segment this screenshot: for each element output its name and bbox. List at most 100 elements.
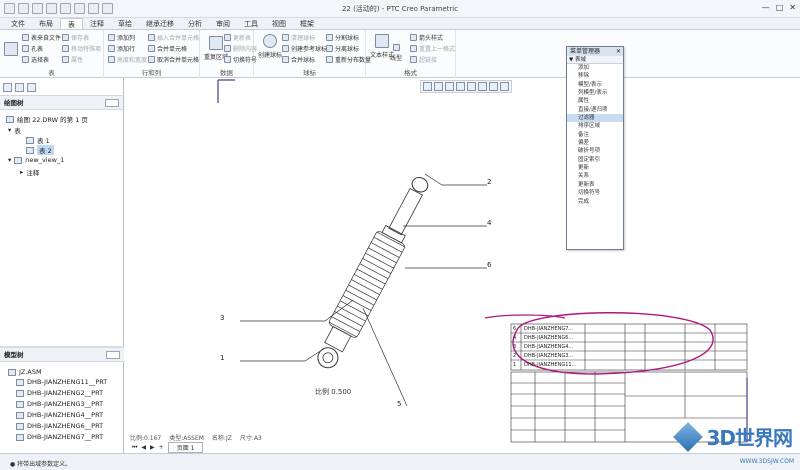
menu-item[interactable]: 完成 [567, 198, 623, 206]
merge-cells-button[interactable]: 合并单元格 [148, 44, 187, 53]
tree-item-table-1[interactable]: 表 1 [26, 135, 50, 145]
select-table-button[interactable]: 选择表 [22, 55, 49, 64]
graphics-area[interactable]: 比例 0.500 2 4 6 3 1 5 6 DHB-JIANZHENG7...… [125, 78, 800, 453]
delete-content-button[interactable]: 删除内容 [224, 44, 257, 53]
shock-absorber-view[interactable] [309, 171, 437, 374]
menu-item[interactable]: 属性 [567, 97, 623, 105]
collapse-icon[interactable]: ▸ [20, 168, 23, 176]
tree-tab-icon[interactable] [3, 83, 12, 92]
tree-item-sheet[interactable]: 绘图 22.DRW 的第 1 页 [6, 114, 88, 124]
menu-item[interactable]: 更新 [567, 164, 623, 172]
tree-item-tables[interactable]: ▾ 表 [8, 125, 21, 135]
tree-item-notes[interactable]: ▸ 注释 [20, 167, 39, 177]
balloon-number[interactable]: 2 [487, 178, 491, 186]
balloon-number[interactable]: 6 [487, 261, 491, 269]
balloon-number[interactable]: 5 [397, 400, 401, 408]
split-balloon-button[interactable]: 分割球标 [326, 33, 359, 42]
menu-item[interactable]: 排序区域 [567, 122, 623, 130]
balloon-number[interactable]: 3 [220, 314, 224, 322]
tab-view[interactable]: 视图 [265, 18, 293, 29]
tree-item-table-2[interactable]: 表 2 [26, 145, 54, 155]
menu-manager-section[interactable]: ▼ 表域 [567, 56, 623, 64]
create-ref-balloon-button[interactable]: 创建参考球标 [282, 44, 327, 53]
display-style-icon[interactable] [467, 82, 476, 91]
zoom-out-icon[interactable] [445, 82, 454, 91]
table-icon[interactable] [4, 42, 18, 56]
table-from-file-button[interactable]: 表来自文件 [22, 33, 61, 42]
model-item-part[interactable]: DHB-JIANZHENG7__PRT [16, 433, 103, 441]
tree-item-view[interactable]: ▾ new_view_1 [8, 156, 64, 164]
tab-analysis[interactable]: 分析 [181, 18, 209, 29]
line-style-button[interactable]: 线型 [390, 44, 402, 62]
tab-review[interactable]: 审阅 [209, 18, 237, 29]
toggle-symbol-button[interactable]: 切换符号 [224, 55, 257, 64]
hole-table-button[interactable]: 孔表 [22, 44, 43, 53]
tab-layout[interactable]: 布局 [32, 18, 60, 29]
hyperlink-button[interactable]: 超链接 [410, 55, 437, 64]
create-balloon-button[interactable]: 创建球标 [258, 34, 282, 59]
reset-format-button[interactable]: 重置上一格式 [410, 44, 455, 53]
save-table-button[interactable]: 保存表 [62, 33, 89, 42]
expand-icon[interactable]: ▾ [8, 156, 11, 164]
tab-tools[interactable]: 工具 [237, 18, 265, 29]
menu-item[interactable]: 固定索引 [567, 156, 623, 164]
model-item-part[interactable]: DHB-JIANZHENG11__PRT [16, 378, 107, 386]
tree-options-icon[interactable] [105, 99, 119, 107]
menu-item[interactable]: 更新表 [567, 181, 623, 189]
unmerge-cells-button[interactable]: 取消合并单元格 [148, 55, 199, 64]
add-row-button[interactable]: 添加行 [108, 44, 135, 53]
zoom-in-icon[interactable] [434, 82, 443, 91]
favorites-tab-icon[interactable] [27, 83, 36, 92]
model-item-part[interactable]: DHB-JIANZHENG2__PRT [16, 389, 103, 397]
close-icon[interactable]: ✕ [616, 47, 621, 56]
clean-balloon-button[interactable]: 清理球标 [282, 33, 315, 42]
tab-annotate[interactable]: 注释 [83, 18, 111, 29]
menu-item[interactable]: 过滤器 [567, 114, 623, 123]
menu-item[interactable]: 移除 [567, 72, 623, 80]
menu-item[interactable]: 模型/表示 [567, 81, 623, 89]
model-item-part[interactable]: DHB-JIANZHENG3__PRT [16, 400, 103, 408]
minimize-icon[interactable]: — [762, 3, 770, 12]
menu-item[interactable]: 列模型/表示 [567, 89, 623, 97]
merge-balloon-button[interactable]: 合并球标 [282, 55, 315, 64]
tab-legacy-migration[interactable]: 继承迁移 [139, 18, 181, 29]
redistribute-qty-button[interactable]: 重新分布数量 [326, 55, 371, 64]
tab-table[interactable]: 表 [60, 18, 83, 29]
menu-item[interactable]: 备注 [567, 131, 623, 139]
model-item-part[interactable]: DHB-JIANZHENG6__PRT [16, 422, 103, 430]
next-page-icon[interactable]: ▶ [150, 444, 155, 451]
tab-sketch[interactable]: 草绘 [111, 18, 139, 29]
height-width-button[interactable]: 高度和宽度 [108, 55, 147, 64]
update-table-button[interactable]: 更新表 [224, 33, 251, 42]
prev-page-icon[interactable]: ◀ [141, 444, 146, 451]
menu-item[interactable]: 切换符号 [567, 189, 623, 197]
model-item-part[interactable]: DHB-JIANZHENG4__PRT [16, 411, 103, 419]
datum-display-icon[interactable] [478, 82, 487, 91]
properties-button[interactable]: 属性 [62, 55, 83, 64]
arrow-style-button[interactable]: 箭头样式 [410, 33, 443, 42]
first-page-icon[interactable]: ⏮ [132, 444, 137, 452]
menu-item[interactable]: 添加 [567, 64, 623, 72]
add-page-icon[interactable]: + [159, 444, 164, 451]
balloon-number[interactable]: 4 [487, 219, 491, 227]
menu-item[interactable]: 关系 [567, 172, 623, 180]
expand-icon[interactable]: ▾ [8, 126, 11, 134]
filter-icon[interactable] [500, 82, 509, 91]
annotation-display-icon[interactable] [489, 82, 498, 91]
model-tree-options-icon[interactable] [106, 351, 120, 359]
balloon-number[interactable]: 1 [220, 354, 224, 362]
repaint-icon[interactable] [456, 82, 465, 91]
close-icon[interactable]: ✕ [789, 3, 796, 12]
model-item-assembly[interactable]: JZ.ASM [8, 368, 42, 376]
add-column-button[interactable]: 添加列 [108, 33, 135, 42]
tab-file[interactable]: 文件 [4, 18, 32, 29]
page-tab[interactable]: 页面 1 [167, 442, 204, 453]
tab-frame[interactable]: 框架 [293, 18, 321, 29]
separate-balloon-button[interactable]: 分离球标 [326, 44, 359, 53]
menu-item[interactable]: 偏差 [567, 139, 623, 147]
folder-tab-icon[interactable] [15, 83, 24, 92]
refit-icon[interactable] [423, 82, 432, 91]
menu-item[interactable]: 直接/递归项 [567, 106, 623, 114]
move-special-button[interactable]: 移动特殊项 [62, 44, 101, 53]
insert-merge-button[interactable]: 插入合并单元格 [148, 33, 199, 42]
